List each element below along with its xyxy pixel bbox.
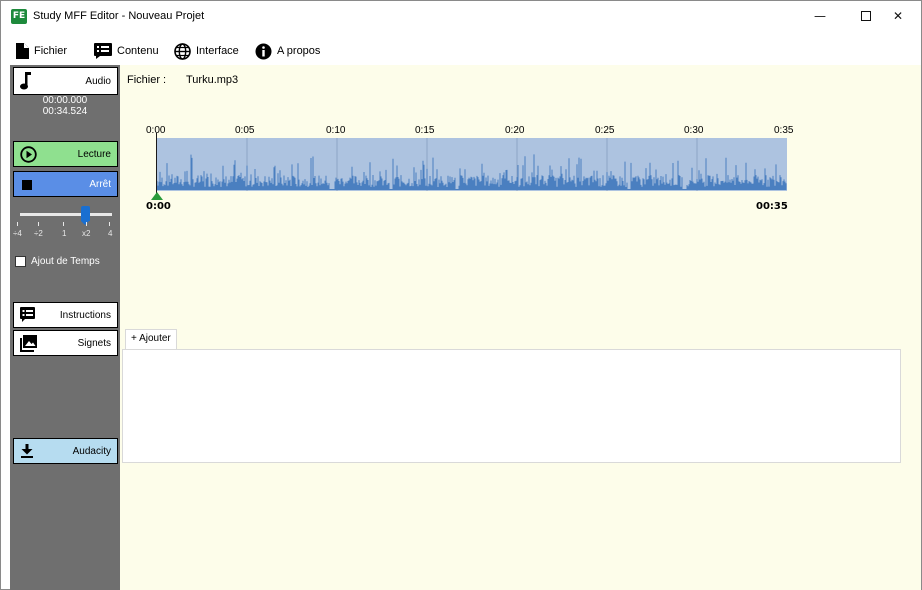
sidebar: Audio 00:00.000 00:34.524 Lecture Arrêt … — [10, 65, 120, 590]
ajout-temps-checkbox[interactable] — [15, 256, 26, 267]
timeline-label: 0:15 — [415, 125, 435, 136]
speed-slider-ticks — [14, 222, 118, 228]
arret-button-label: Arrêt — [89, 178, 111, 190]
images-icon — [20, 335, 37, 352]
audacity-button[interactable]: Audacity — [13, 438, 118, 464]
menu-contenu-label: Contenu — [117, 45, 159, 57]
timeline-label: 0:25 — [595, 125, 615, 136]
stop-icon — [22, 180, 32, 190]
maximize-icon — [861, 11, 871, 21]
speed-slider-track[interactable] — [20, 213, 112, 216]
info-icon — [255, 43, 272, 59]
menu-apropos-label: A propos — [277, 45, 321, 57]
download-icon — [21, 444, 33, 458]
instructions-button-label: Instructions — [59, 309, 111, 321]
menu-fichier[interactable]: Fichier — [15, 39, 67, 63]
audio-button-label: Audio — [85, 75, 111, 87]
arret-button[interactable]: Arrêt — [13, 171, 118, 197]
minimize-button[interactable]: — — [797, 1, 843, 32]
audacity-button-label: Audacity — [72, 445, 111, 457]
waveform-area[interactable]: 0:00 0:05 0:10 0:15 0:20 0:25 0:30 0:35 … — [120, 65, 921, 215]
playhead-marker[interactable] — [151, 192, 163, 200]
file-icon — [16, 43, 29, 59]
ajout-temps-label: Ajout de Temps — [31, 256, 100, 267]
list-icon — [94, 43, 112, 59]
audio-time-display: 00:00.000 00:34.524 — [10, 95, 120, 117]
menu-bar: Fichier Contenu Interface A propos — [1, 39, 921, 63]
timeline-label: 0:05 — [235, 125, 255, 136]
speed-tick — [109, 222, 110, 226]
timeline-label: 0:30 — [684, 125, 704, 136]
menu-interface[interactable]: Interface — [174, 39, 239, 63]
end-time-label: 00:35 — [756, 201, 788, 212]
title-bar: FE Study MFF Editor - Nouveau Projet — ✕ — [1, 1, 921, 32]
main-panel: Fichier : Turku.mp3 0:00 0:05 0:10 0:15 … — [120, 65, 921, 590]
speed-label: ÷4 — [13, 229, 22, 238]
menu-interface-label: Interface — [196, 45, 239, 57]
lecture-button-label: Lecture — [77, 148, 111, 160]
speed-slider-thumb[interactable] — [81, 206, 90, 225]
speed-label: ÷2 — [34, 229, 43, 238]
instructions-button[interactable]: Instructions — [13, 302, 118, 328]
menu-fichier-label: Fichier — [34, 45, 68, 57]
app-window: FE Study MFF Editor - Nouveau Projet — ✕… — [0, 0, 922, 590]
signets-button[interactable]: Signets — [13, 330, 118, 356]
globe-icon — [174, 42, 191, 60]
play-circle-icon — [20, 146, 37, 163]
speed-tick — [86, 222, 87, 226]
waveform-samples — [156, 154, 787, 190]
waveform-graph — [156, 138, 787, 191]
total-time: 00:34.524 — [42, 106, 88, 117]
speed-label: 1 — [62, 229, 67, 238]
add-bookmark-tab[interactable]: + Ajouter — [125, 329, 177, 350]
speed-tick — [63, 222, 64, 226]
timeline-label: 0:20 — [505, 125, 525, 136]
current-time: 00:00.000 — [42, 95, 88, 106]
speed-label: x2 — [82, 229, 91, 238]
start-time-label: 0:00 — [146, 201, 171, 212]
speed-tick — [17, 222, 18, 226]
bookmarks-panel — [122, 349, 901, 463]
list-icon — [20, 307, 35, 322]
playhead-line — [156, 133, 157, 197]
audio-button[interactable]: Audio — [13, 67, 118, 95]
lecture-button[interactable]: Lecture — [13, 141, 118, 167]
app-logo-icon: FE — [11, 9, 27, 24]
signets-button-label: Signets — [77, 337, 111, 349]
speed-label: 4 — [108, 229, 113, 238]
window-title: Study MFF Editor - Nouveau Projet — [33, 10, 205, 22]
menu-apropos[interactable]: A propos — [255, 39, 320, 63]
timeline-label: 0:10 — [326, 125, 346, 136]
music-note-icon — [20, 72, 31, 90]
speed-slider-labels: ÷4 ÷2 1 x2 4 — [12, 229, 118, 240]
menu-contenu[interactable]: Contenu — [94, 39, 159, 63]
timeline-label: 0:35 — [774, 125, 794, 136]
speed-tick — [38, 222, 39, 226]
ajout-temps-checkbox-row[interactable]: Ajout de Temps — [15, 256, 100, 267]
waveform[interactable] — [156, 138, 787, 191]
close-button[interactable]: ✕ — [875, 1, 921, 32]
